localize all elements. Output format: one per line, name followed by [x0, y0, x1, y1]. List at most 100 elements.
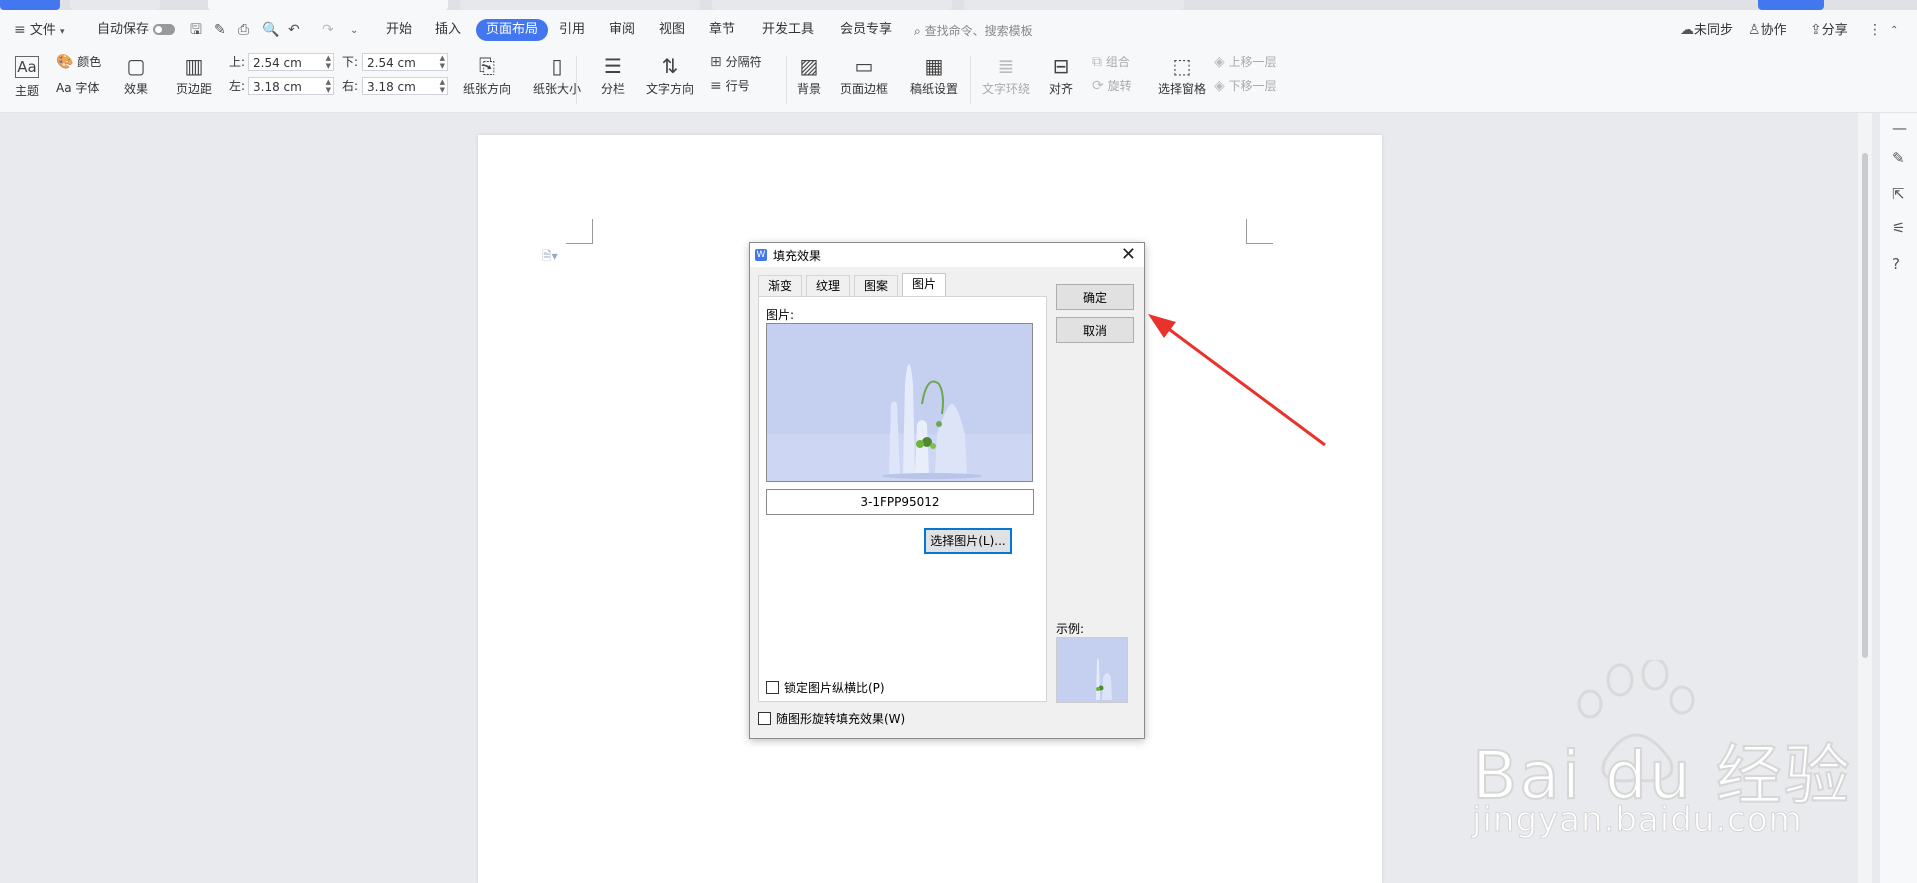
wps-writer-icon: W: [755, 249, 767, 261]
rotate-button[interactable]: ⟳ 旋转: [1092, 77, 1132, 95]
collapse-icon[interactable]: —: [1892, 119, 1907, 137]
theme-button[interactable]: Aa 主题: [10, 52, 44, 99]
margin-corner-mark: [566, 219, 593, 244]
send-backward-button[interactable]: ◈ 下移一层: [1214, 77, 1277, 95]
tab-review[interactable]: 审阅: [609, 19, 635, 41]
file-menu[interactable]: ≡ 文件 ▾: [14, 19, 65, 41]
picture-file-name: 3-1FPP95012: [766, 489, 1034, 515]
tab-doc-2[interactable]: [460, 0, 700, 10]
autosave-toggle[interactable]: 自动保存: [97, 19, 176, 41]
margin-right-input[interactable]: 3.18 cm ▲ ▼: [362, 77, 448, 95]
dialog-title: 填充效果: [773, 249, 822, 263]
group-button[interactable]: ⧉ 组合: [1092, 53, 1130, 71]
redo-icon[interactable]: ↷: [322, 19, 334, 41]
text-direction-label: 文字方向: [645, 82, 694, 96]
collapse-ribbon-icon[interactable]: ⌃: [1890, 19, 1898, 41]
spinner-icon[interactable]: ▲ ▼: [326, 78, 331, 94]
tab-references[interactable]: 引用: [559, 19, 585, 41]
wrap-text-button[interactable]: ≣ 文字环绕: [978, 52, 1034, 97]
tab-home[interactable]: [0, 0, 60, 10]
background-icon: ▨: [799, 54, 819, 78]
tab-doc-4[interactable]: [964, 0, 1184, 10]
bring-forward-button[interactable]: ◈ 上移一层: [1214, 53, 1277, 71]
lock-aspect-checkbox[interactable]: 锁定图片纵横比(P): [766, 679, 885, 696]
undo-icon[interactable]: ↶: [288, 19, 300, 41]
bring-forward-label: 上移一层: [1228, 55, 1277, 69]
checkbox-box[interactable]: [766, 681, 779, 694]
tab-member[interactable]: 会员专享: [840, 19, 892, 41]
grid-paper-icon: ▦: [924, 54, 944, 78]
palette-icon: 🎨: [56, 54, 74, 70]
tab-insert[interactable]: 插入: [435, 19, 461, 41]
ok-button[interactable]: 确定: [1056, 284, 1134, 310]
wrap-text-icon: ≣: [997, 54, 1015, 78]
share-button[interactable]: ⇪分享: [1810, 19, 1848, 41]
tab-picture[interactable]: 图片: [902, 273, 947, 297]
align-button[interactable]: ⊟ 对齐: [1044, 52, 1078, 97]
tab-view[interactable]: 视图: [659, 19, 685, 41]
line-numbers-icon: ≡: [710, 78, 722, 94]
checkbox-box[interactable]: [758, 712, 771, 725]
wrap-text-label: 文字环绕: [981, 82, 1030, 96]
user-plus-icon: ♙: [1748, 22, 1761, 38]
tab-page-layout[interactable]: 页面布局: [476, 19, 549, 41]
paper-size-button[interactable]: ▯ 纸张大小: [528, 52, 586, 97]
tab-developer[interactable]: 开发工具: [762, 19, 814, 41]
text-direction-button[interactable]: ⇅ 文字方向: [642, 52, 698, 97]
spinner-icon[interactable]: ▲ ▼: [440, 54, 445, 70]
color-button[interactable]: 🎨 颜色: [56, 53, 101, 71]
format-painter-icon[interactable]: ✎: [214, 19, 226, 41]
more-dropdown-icon[interactable]: ⌄: [350, 19, 358, 41]
tab-start[interactable]: 开始: [386, 19, 412, 41]
save-icon[interactable]: 🖫: [190, 19, 202, 41]
tab-pattern[interactable]: 图案: [854, 275, 899, 296]
pen-icon[interactable]: ✎: [1892, 149, 1905, 167]
group-icon: ⧉: [1092, 54, 1102, 70]
line-numbers-button[interactable]: ≡ 行号: [710, 77, 750, 95]
margin-bottom-input[interactable]: 2.54 cm ▲ ▼: [362, 53, 448, 71]
collaborate-button[interactable]: ♙协作: [1748, 19, 1787, 41]
breaks-icon: ⊞: [710, 54, 722, 70]
manuscript-button[interactable]: ▦ 稿纸设置: [906, 52, 962, 97]
background-button[interactable]: ▨ 背景: [792, 52, 826, 97]
margin-left-input[interactable]: 3.18 cm ▲ ▼: [248, 77, 334, 95]
command-search[interactable]: ⌕ 查找命令、搜索模板: [914, 22, 1074, 40]
margin-corner-mark: [1246, 219, 1273, 244]
cancel-button[interactable]: 取消: [1056, 317, 1134, 343]
orientation-button[interactable]: ⎘ 纸张方向: [458, 52, 516, 97]
breaks-button[interactable]: ⊞ 分隔符: [710, 53, 762, 71]
margin-bottom-value: 2.54 cm: [367, 56, 416, 70]
help-icon[interactable]: ?: [1892, 255, 1900, 273]
tab-texture[interactable]: 纹理: [806, 275, 851, 296]
paragraph-options-icon[interactable]: 🗎▾: [542, 247, 558, 268]
margin-bottom-label: 下:: [342, 55, 359, 69]
background-label: 背景: [796, 82, 821, 96]
close-icon[interactable]: ✕: [1121, 244, 1136, 265]
columns-button[interactable]: ☰ 分栏: [596, 52, 630, 97]
print-icon[interactable]: ⎙: [238, 19, 249, 41]
selection-pane-button[interactable]: ⬚ 选择窗格: [1154, 52, 1210, 97]
margins-button[interactable]: ▥ 页边距: [172, 52, 216, 97]
tab-current-doc[interactable]: [208, 0, 448, 10]
font-button[interactable]: Aa 字体: [56, 79, 99, 97]
cursor-icon[interactable]: ⇱: [1892, 185, 1905, 203]
effect-button[interactable]: ▢ 效果: [118, 52, 154, 97]
tab-gradient[interactable]: 渐变: [758, 275, 803, 296]
toggle-switch[interactable]: [153, 24, 176, 35]
page-border-button[interactable]: ▭ 页面边框: [838, 52, 890, 97]
spinner-icon[interactable]: ▲ ▼: [440, 78, 445, 94]
account-badge[interactable]: [1758, 0, 1824, 10]
sync-status[interactable]: ☁未同步: [1680, 19, 1733, 41]
more-options-icon[interactable]: ⋮: [1868, 19, 1882, 41]
scrollbar-thumb[interactable]: [1862, 153, 1868, 658]
margin-top-input[interactable]: 2.54 cm ▲ ▼: [248, 53, 334, 71]
tab-chapter[interactable]: 章节: [709, 19, 735, 41]
print-preview-icon[interactable]: 🔍: [262, 19, 279, 41]
tab-docer[interactable]: [70, 0, 160, 10]
select-picture-button[interactable]: 选择图片(L)...: [924, 528, 1012, 554]
ribbon-divider: [970, 56, 971, 104]
tab-doc-3[interactable]: [712, 0, 952, 10]
spinner-icon[interactable]: ▲ ▼: [326, 54, 331, 70]
settings-sliders-icon[interactable]: ⚟: [1892, 219, 1905, 237]
rotate-with-shape-checkbox[interactable]: 随图形旋转填充效果(W): [758, 710, 905, 727]
